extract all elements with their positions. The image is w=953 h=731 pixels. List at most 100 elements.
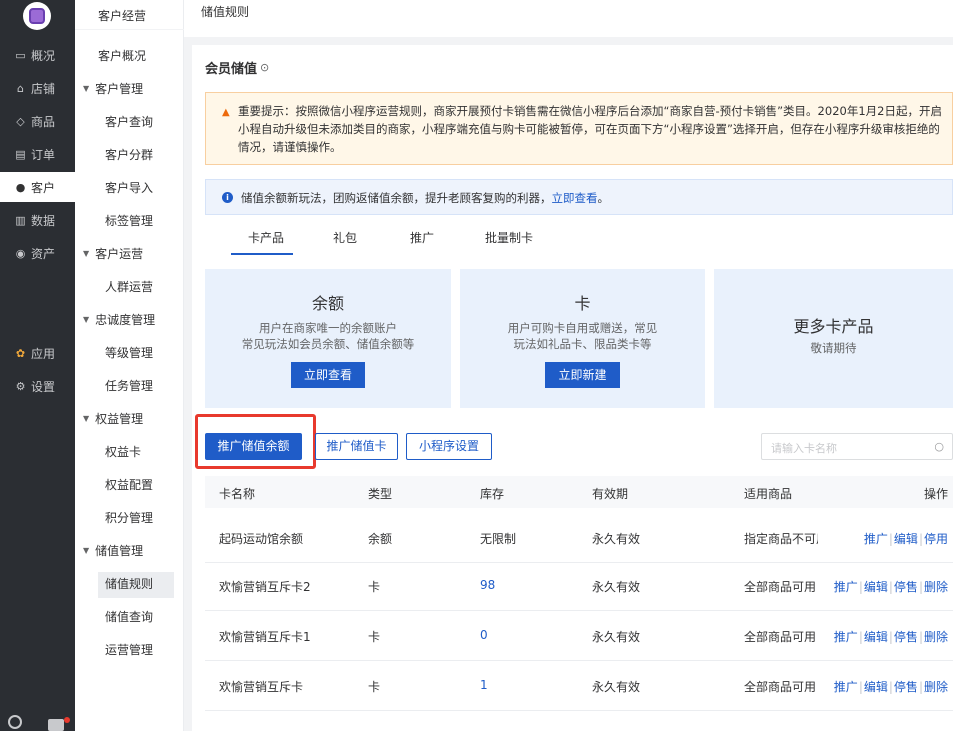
row-action-link[interactable]: 停售 — [894, 630, 918, 644]
row-action-link[interactable]: 推广 — [834, 680, 858, 694]
chevron-down-icon: ▼ — [83, 315, 90, 324]
table-row: 欢愉营销互斥卡2 卡 98 永久有效 全部商品可用 推广|编辑|停售|删除 — [205, 561, 953, 611]
shop-logo[interactable] — [23, 2, 51, 30]
sidebar-item[interactable]: 积分管理 — [105, 509, 153, 526]
rail-item-label: 资产 — [31, 246, 56, 261]
validity-cell: 永久有效 — [592, 680, 641, 694]
rail-item-7[interactable]: ✿ 应用 — [0, 338, 75, 368]
sidebar-item[interactable]: 权益卡 — [105, 443, 141, 460]
sidebar-item[interactable]: 运营管理 — [105, 641, 153, 658]
row-action-link[interactable]: 编辑 — [864, 680, 888, 694]
row-action-link[interactable]: 编辑 — [894, 532, 918, 546]
sidebar-group[interactable]: ▼ 忠诚度管理 — [83, 311, 155, 328]
message-icon[interactable] — [48, 719, 64, 731]
table-header: 卡名称 类型 库存 有效期 适用商品 操作 — [205, 476, 953, 508]
sidebar-item[interactable]: 人群运营 — [105, 278, 153, 295]
sidebar-header: 客户经营 — [75, 0, 184, 30]
chart-icon: ▥ — [15, 213, 26, 227]
info-icon: i — [222, 192, 233, 203]
rail-item-6[interactable]: ◉ 资产 — [0, 238, 75, 268]
rail-item-5[interactable]: ▥ 数据 — [0, 205, 75, 235]
promote-card-button[interactable]: 推广储值卡 — [315, 433, 398, 460]
row-action-link[interactable]: 删除 — [924, 680, 948, 694]
warning-icon: ▲ — [222, 107, 230, 118]
sidebar-group-label: 储值管理 — [95, 544, 144, 558]
secondary-sidebar: 客户经营 客户概况 ▼ 客户管理客户查询客户分群客户导入标签管理 ▼ 客户运营人群运营 ▼… — [75, 0, 184, 731]
tab-batch-card[interactable]: 批量制卡 — [485, 229, 533, 246]
mini-program-settings-button[interactable]: 小程序设置 — [406, 433, 492, 460]
row-action-link[interactable]: 删除 — [924, 580, 948, 594]
row-action-link[interactable]: 停售 — [894, 680, 918, 694]
info-message: 储值余额新玩法，团购返储值余额，提升老顾客复购的利器， — [241, 191, 552, 205]
row-action-link[interactable]: 停售 — [894, 580, 918, 594]
action-separator: | — [918, 532, 923, 546]
sidebar-item[interactable]: 任务管理 — [105, 377, 153, 394]
sidebar-group-label: 忠诚度管理 — [95, 313, 156, 327]
gear-icon: ⚙ — [15, 379, 26, 393]
sidebar-item[interactable]: 等级管理 — [105, 344, 153, 361]
sidebar-item[interactable]: 客户分群 — [105, 146, 153, 163]
create-card-button[interactable]: 立即新建 — [545, 362, 620, 388]
table-row: 起码运动馆余额余额无限制永久有效指定商品不可用推广|编辑|停用 — [205, 513, 953, 563]
sidebar-group[interactable]: ▼ 客户管理 — [83, 80, 143, 97]
sidebar-item-overview[interactable]: 客户概况 — [98, 47, 146, 64]
type-cell: 余额 — [368, 532, 393, 546]
row-action-link[interactable]: 删除 — [924, 630, 948, 644]
rail-item-label: 订单 — [31, 147, 56, 162]
stock-cell[interactable]: 1 — [480, 678, 488, 692]
row-action-link[interactable]: 推广 — [834, 630, 858, 644]
sidebar-item[interactable]: 储值查询 — [105, 608, 153, 625]
tab-card-products[interactable]: 卡产品 — [248, 229, 284, 246]
chevron-down-icon: ▼ — [83, 249, 90, 258]
sidebar-item[interactable]: 客户查询 — [105, 113, 153, 130]
search-icon[interactable] — [8, 715, 22, 729]
scope-cell: 指定商品不可用 — [744, 532, 818, 546]
sidebar-group[interactable]: ▼ 权益管理 — [83, 410, 143, 427]
tab-promotion[interactable]: 推广 — [410, 229, 434, 246]
sidebar-group[interactable]: ▼ 储值管理 — [83, 542, 143, 559]
sidebar-item[interactable]: 储值规则 — [105, 575, 153, 592]
search-input[interactable]: 请输入卡名称 ○ — [761, 433, 953, 460]
more-cards-title: 更多卡产品 — [793, 317, 874, 336]
rail-item-2[interactable]: ◇ 商品 — [0, 106, 75, 136]
breadcrumb-bar: 储值规则 — [184, 0, 953, 37]
help-icon[interactable]: ⊙ — [260, 61, 269, 74]
sidebar-item[interactable]: 客户导入 — [105, 179, 153, 196]
row-action-link[interactable]: 推广 — [864, 532, 888, 546]
balance-card-desc-2: 常见玩法如会员余额、储值余额等 — [241, 337, 415, 351]
scope-cell: 全部商品可用 — [744, 580, 817, 594]
sidebar-group[interactable]: ▼ 客户运营 — [83, 245, 143, 262]
search-icon[interactable]: ○ — [934, 440, 944, 453]
row-actions: 推广|编辑|停售|删除 — [834, 678, 948, 695]
info-notice: i 储值余额新玩法，团购返储值余额，提升老顾客复购的利器，立即查看。 — [205, 179, 953, 215]
rail-item-8[interactable]: ⚙ 设置 — [0, 371, 75, 401]
page-title: 会员储值 ⊙ — [205, 58, 269, 77]
view-balance-button[interactable]: 立即查看 — [291, 362, 365, 388]
sidebar-item[interactable]: 标签管理 — [105, 212, 153, 229]
promote-balance-button[interactable]: 推广储值余额 — [205, 433, 302, 460]
tab-gift-pack[interactable]: 礼包 — [333, 229, 357, 246]
stock-cell[interactable]: 0 — [480, 628, 488, 642]
col-validity: 有效期 — [592, 487, 629, 501]
action-separator: | — [888, 630, 893, 644]
rail-item-label: 客户 — [31, 180, 56, 195]
row-action-link[interactable]: 编辑 — [864, 630, 888, 644]
rail-item-3[interactable]: ▤ 订单 — [0, 139, 75, 169]
sidebar-item[interactable]: 权益配置 — [105, 476, 153, 493]
card-card-desc-1: 用户可购卡自用或赠送，常见 — [507, 321, 658, 335]
view-now-link[interactable]: 立即查看 — [552, 191, 598, 205]
scope-cell: 全部商品可用 — [744, 680, 817, 694]
rail-item-1[interactable]: ⌂ 店铺 — [0, 73, 75, 103]
chevron-down-icon: ▼ — [83, 84, 90, 93]
card-name-cell: 起码运动馆余额 — [219, 532, 304, 546]
validity-cell: 永久有效 — [592, 580, 641, 594]
stock-cell[interactable]: 98 — [480, 578, 495, 592]
more-cards-card: 更多卡产品 敬请期待 — [714, 269, 953, 408]
rail-item-0[interactable]: ▭ 概况 — [0, 40, 75, 70]
rail-item-4[interactable]: ● 客户 — [0, 172, 75, 202]
row-action-link[interactable]: 推广 — [834, 580, 858, 594]
col-scope: 适用商品 — [744, 487, 793, 501]
row-action-link[interactable]: 编辑 — [864, 580, 888, 594]
info-tail: 。 — [597, 191, 610, 205]
row-action-link[interactable]: 停用 — [924, 532, 948, 546]
